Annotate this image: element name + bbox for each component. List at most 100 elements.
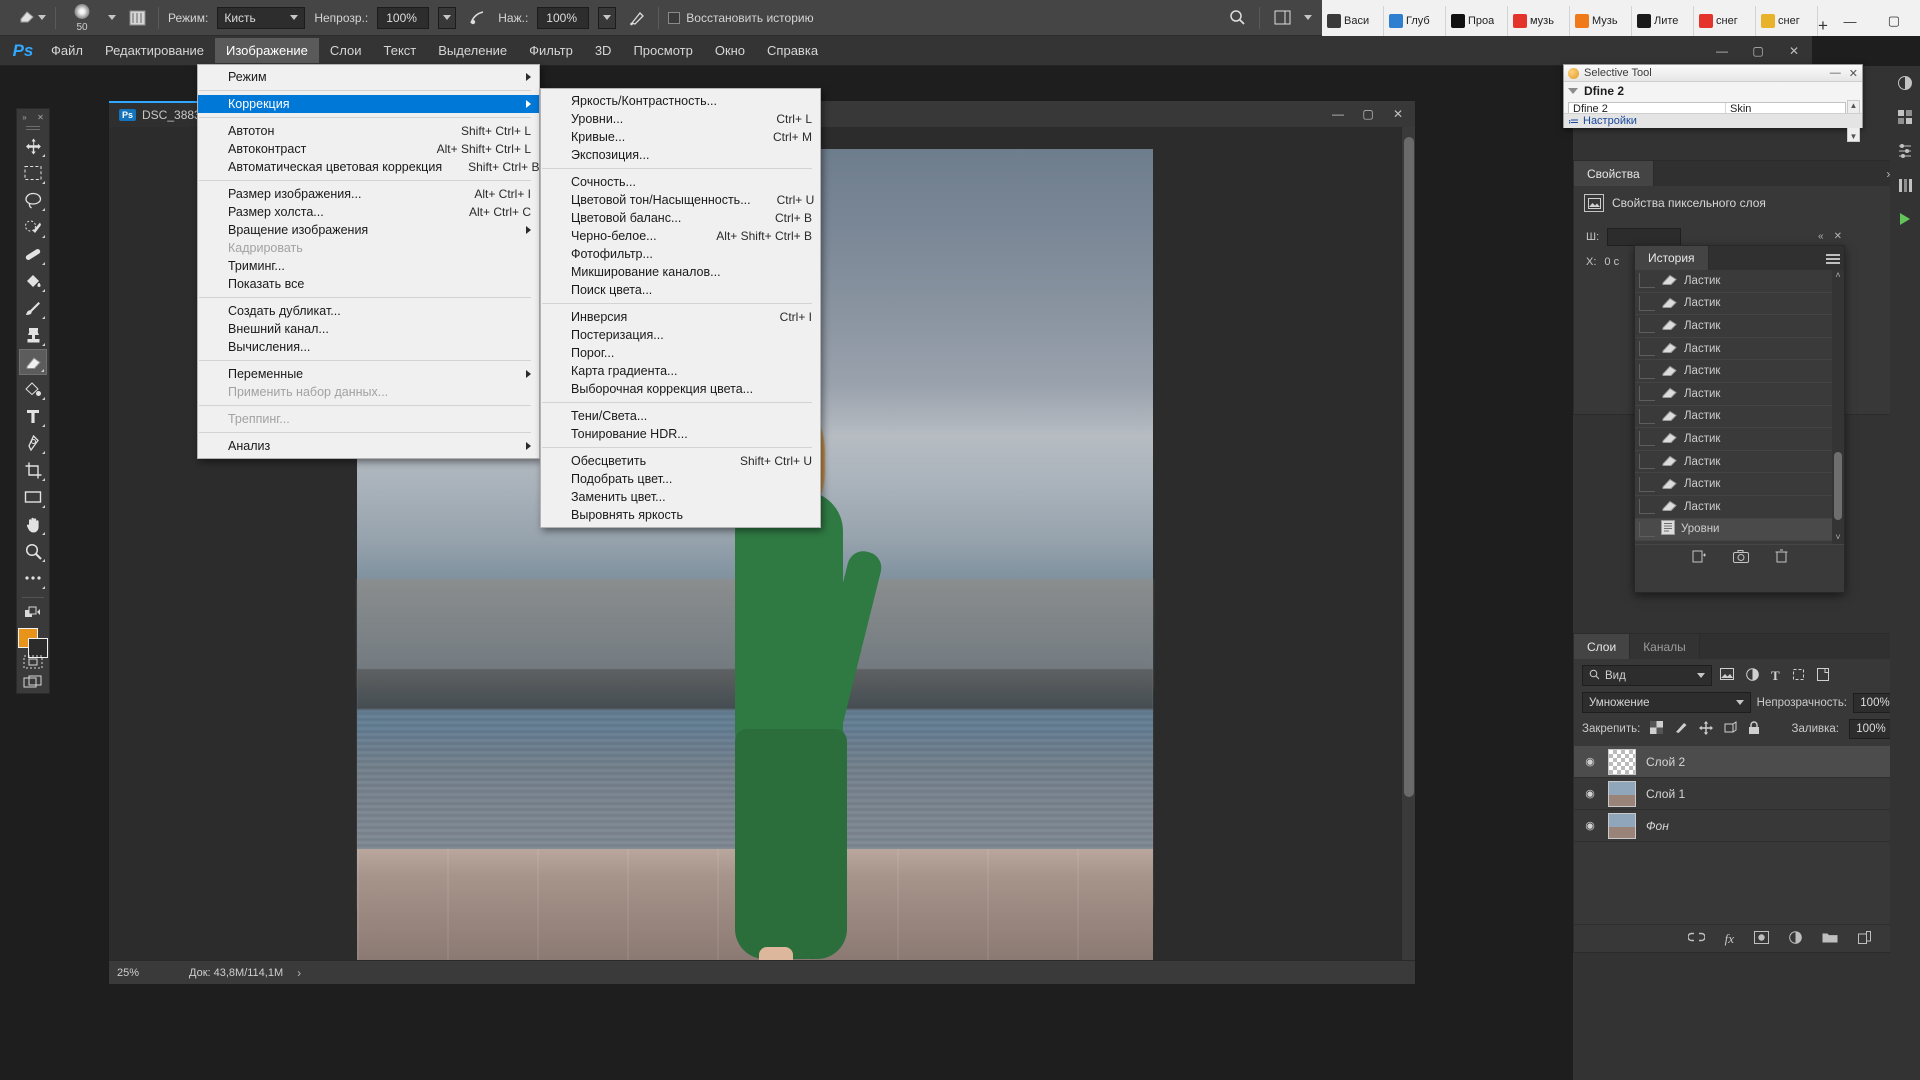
- layer-filter-select[interactable]: Вид: [1582, 665, 1712, 686]
- swatches-panel-icon[interactable]: [1894, 106, 1916, 128]
- menu-item[interactable]: Режим: [198, 68, 539, 86]
- selective-tool-group[interactable]: Dfine 2: [1564, 82, 1862, 100]
- maximize-button[interactable]: ▢: [1872, 6, 1916, 36]
- menu-item[interactable]: Размер изображения... Alt+ Ctrl+ I: [198, 185, 539, 203]
- menu-item[interactable]: Экспозиция...: [541, 146, 820, 164]
- selective-tool-window[interactable]: Selective Tool — ✕ Dfine 2 Dfine 2 Skin …: [1563, 64, 1863, 142]
- menu-item[interactable]: Заменить цвет...: [541, 488, 820, 506]
- type-tool-icon[interactable]: [19, 403, 47, 429]
- browser-tab[interactable]: Музь: [1570, 6, 1632, 36]
- scroll-up-icon[interactable]: ˄: [1832, 270, 1844, 282]
- menu-item[interactable]: Подобрать цвет...: [541, 470, 820, 488]
- flow-stepper[interactable]: [598, 6, 617, 29]
- history-panel-window-controls[interactable]: « ✕: [1818, 231, 1842, 242]
- document-restore-button[interactable]: ▢: [1353, 101, 1383, 127]
- menu-item[interactable]: Тонирование HDR...: [541, 425, 820, 443]
- app-window-controls[interactable]: — ▢ ✕: [1704, 37, 1812, 65]
- menu-изображение[interactable]: Изображение: [215, 38, 319, 63]
- adjustments-panel-icon[interactable]: [1894, 140, 1916, 162]
- menu-item[interactable]: Создать дубликат...: [198, 302, 539, 320]
- mode-select[interactable]: Кисть: [217, 6, 306, 29]
- libraries-panel-icon[interactable]: [1894, 174, 1916, 196]
- menu-item[interactable]: Цветовой баланс... Ctrl+ B: [541, 209, 820, 227]
- airbrush-icon[interactable]: [625, 6, 649, 30]
- brush-panel-toggle-icon[interactable]: [125, 6, 149, 30]
- layer-row[interactable]: ◉ Фон: [1574, 810, 1919, 842]
- browser-tab[interactable]: Глуб: [1384, 6, 1446, 36]
- color-swatches[interactable]: [18, 627, 48, 658]
- quick-mask-icon[interactable]: [19, 652, 47, 671]
- eye-icon[interactable]: ◉: [1582, 787, 1598, 800]
- menu-item[interactable]: Карта градиента...: [541, 362, 820, 380]
- new-tab-button[interactable]: +: [1818, 16, 1828, 36]
- menu-item[interactable]: Вращение изображения: [198, 221, 539, 239]
- canvas-vertical-scrollbar[interactable]: [1401, 127, 1415, 960]
- eye-icon[interactable]: ◉: [1582, 819, 1598, 832]
- menu-item[interactable]: Вычисления...: [198, 338, 539, 356]
- menu-item[interactable]: Внешний канал...: [198, 320, 539, 338]
- menu-item[interactable]: Поиск цвета...: [541, 281, 820, 299]
- scroll-down-icon[interactable]: ▼: [1850, 132, 1858, 141]
- menu-item[interactable]: Черно-белое... Alt+ Shift+ Ctrl+ B: [541, 227, 820, 245]
- menu-item[interactable]: Коррекция: [198, 95, 539, 113]
- clone-stamp-tool-icon[interactable]: [19, 322, 47, 348]
- status-expand-icon[interactable]: ›: [297, 966, 301, 980]
- browser-tab[interactable]: снег: [1694, 6, 1756, 36]
- blend-mode-select[interactable]: Умножение: [1582, 692, 1751, 713]
- opacity-stepper[interactable]: [438, 6, 457, 29]
- tab-history[interactable]: История: [1635, 246, 1709, 270]
- lock-image-icon[interactable]: [1674, 721, 1688, 737]
- shape-filter-icon[interactable]: [1792, 668, 1805, 684]
- healing-brush-tool-icon[interactable]: [19, 241, 47, 267]
- zoom-level[interactable]: 25%: [117, 967, 175, 979]
- layer-list[interactable]: ◉ Слой 2 ◉ Слой 1 ◉ Фон: [1574, 746, 1919, 842]
- minimize-button[interactable]: —: [1828, 6, 1872, 36]
- link-layers-icon[interactable]: [1686, 931, 1706, 946]
- history-state-item[interactable]: Ластик: [1635, 293, 1844, 316]
- nik-collection-icon[interactable]: [1894, 208, 1916, 230]
- layer-row[interactable]: ◉ Слой 2: [1574, 746, 1919, 778]
- adjustment-filter-icon[interactable]: [1746, 667, 1759, 684]
- adjustments-submenu[interactable]: Яркость/Контрастность... Уровни... Ctrl+ L…: [540, 88, 821, 528]
- history-state-item[interactable]: Уровни: [1635, 518, 1844, 542]
- document-close-button[interactable]: ✕: [1383, 101, 1413, 127]
- brush-preset-chevron-icon[interactable]: [108, 15, 116, 20]
- menu-item[interactable]: Размер холста... Alt+ Ctrl+ C: [198, 203, 539, 221]
- selective-tool-window-controls[interactable]: — ✕: [1830, 67, 1858, 80]
- menu-item[interactable]: Показать все: [198, 275, 539, 293]
- menu-item[interactable]: Выборочная коррекция цвета...: [541, 380, 820, 398]
- move-tool-icon[interactable]: [19, 133, 47, 159]
- history-state-item[interactable]: Ластик: [1635, 406, 1844, 429]
- collapse-panel-icon[interactable]: »: [22, 113, 26, 122]
- menu-выделение[interactable]: Выделение: [427, 38, 518, 63]
- x-value[interactable]: 0 c: [1604, 256, 1619, 268]
- browser-tab[interactable]: Лите: [1632, 6, 1694, 36]
- workspace-icon[interactable]: [1270, 6, 1294, 30]
- menu-фильтр[interactable]: Фильтр: [518, 38, 584, 63]
- menu-item[interactable]: Кривые... Ctrl+ M: [541, 128, 820, 146]
- menu-item[interactable]: Микширование каналов...: [541, 263, 820, 281]
- history-state-item[interactable]: Ластик: [1635, 496, 1844, 519]
- shape-tool-icon[interactable]: [19, 484, 47, 510]
- zoom-tool-icon[interactable]: [19, 538, 47, 564]
- layer-thumbnail[interactable]: [1608, 780, 1636, 807]
- rectangular-marquee-tool-icon[interactable]: [19, 160, 47, 186]
- browser-tab[interactable]: снег: [1756, 6, 1818, 36]
- opacity-input[interactable]: 100%: [377, 6, 430, 29]
- browser-tab[interactable]: Проа: [1446, 6, 1508, 36]
- history-state-item[interactable]: Ластик: [1635, 473, 1844, 496]
- close-button[interactable]: ✕: [1916, 6, 1920, 36]
- layer-thumbnail[interactable]: [1608, 748, 1636, 775]
- menu-item[interactable]: Обесцветить Shift+ Ctrl+ U: [541, 452, 820, 470]
- menu-item[interactable]: Анализ: [198, 437, 539, 455]
- triangle-down-icon[interactable]: [1568, 88, 1578, 94]
- history-state-item[interactable]: Ластик: [1635, 270, 1844, 293]
- new-document-from-state-icon[interactable]: [1692, 549, 1707, 567]
- scrollbar-thumb[interactable]: [1404, 137, 1414, 797]
- menu-файл[interactable]: Файл: [40, 38, 94, 63]
- history-state-item[interactable]: Ластик: [1635, 451, 1844, 474]
- width-field[interactable]: [1607, 228, 1682, 246]
- browser-tab[interactable]: музь: [1508, 6, 1570, 36]
- scrollbar-thumb[interactable]: [1834, 452, 1842, 520]
- scroll-up-icon[interactable]: ▲: [1850, 101, 1858, 110]
